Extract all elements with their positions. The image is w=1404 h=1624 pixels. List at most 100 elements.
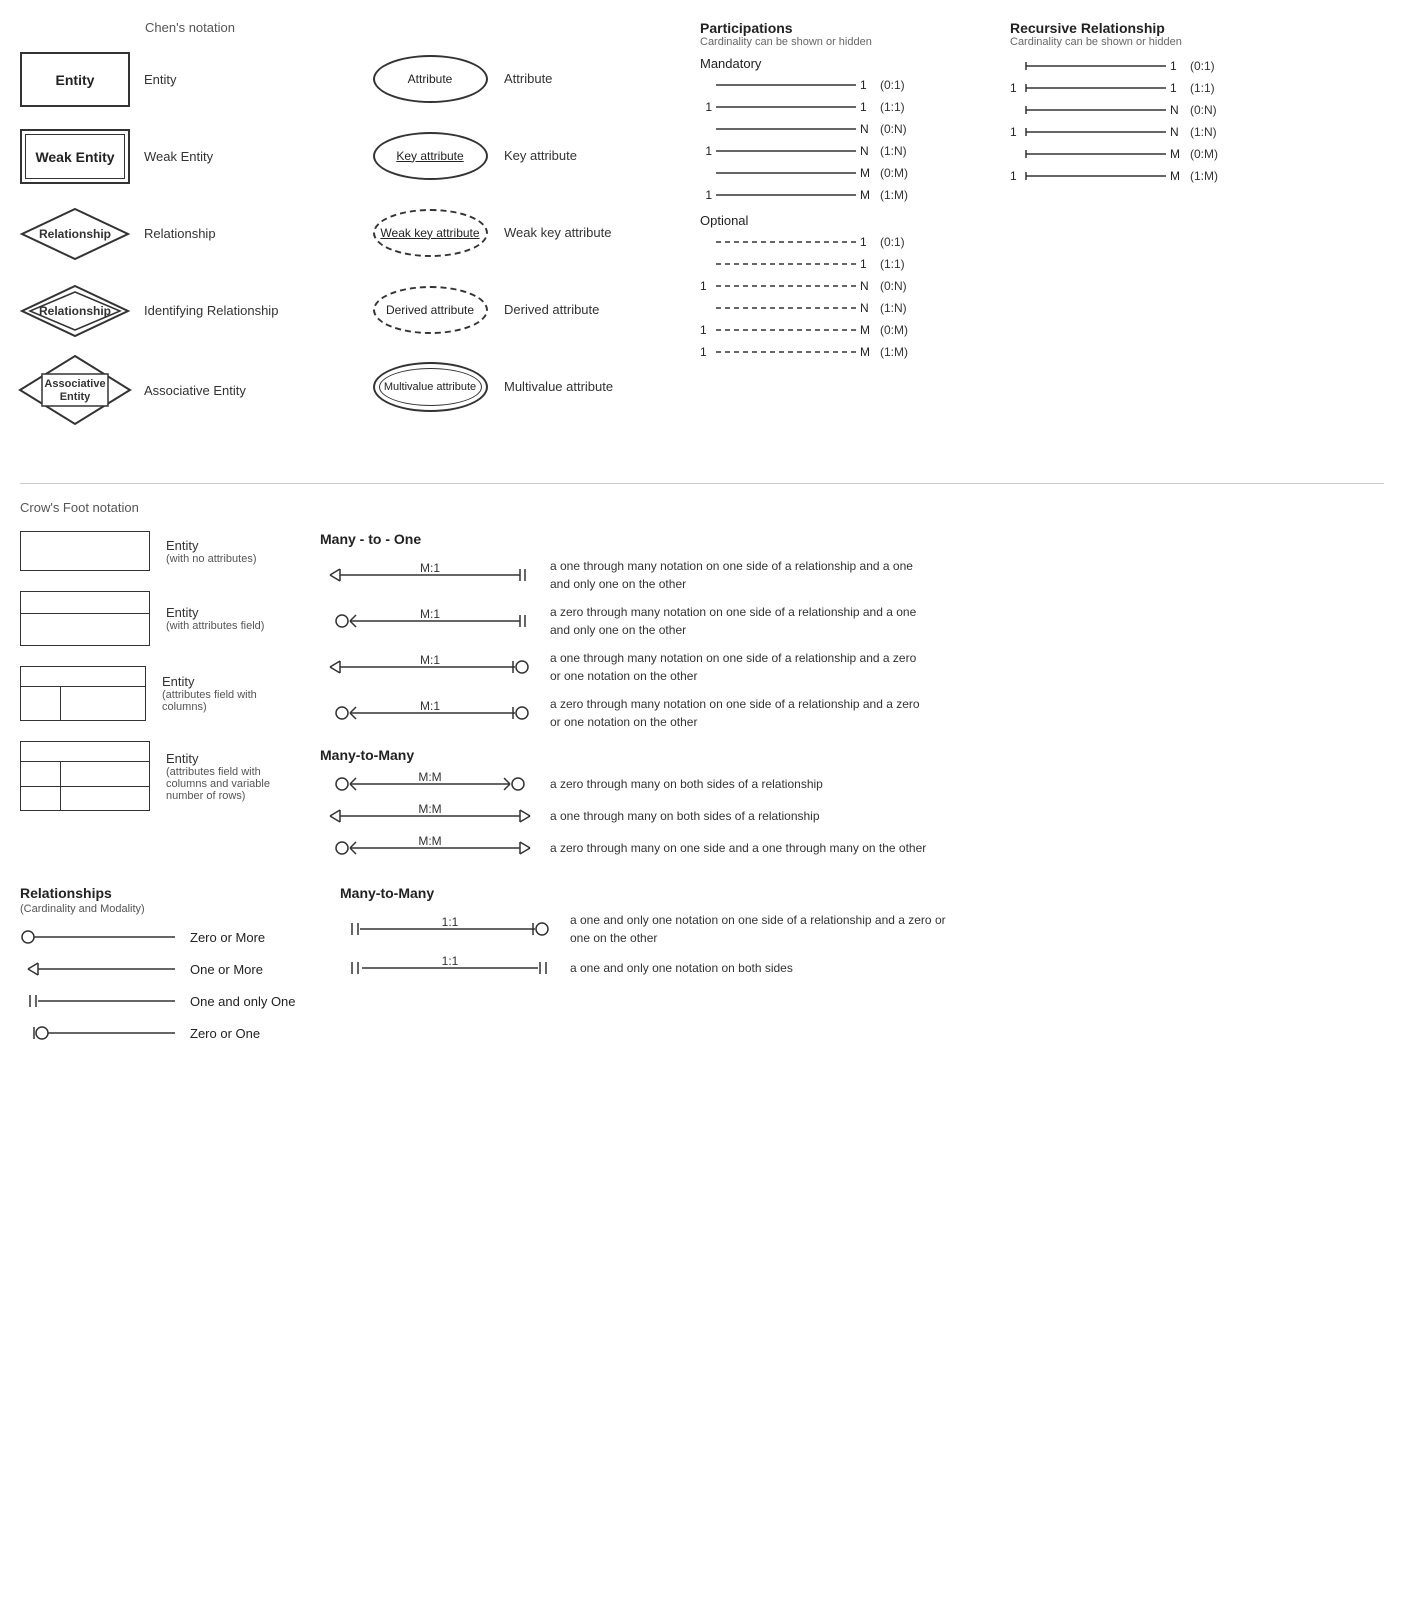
cf-m1-line3: M:1 — [320, 656, 540, 678]
cf-entity-cols-title: Entity — [162, 674, 300, 689]
rel-legend-sub: (Cardinality and Modality) — [20, 903, 300, 915]
multi-attr-text-label: Multivalue attribute — [504, 379, 613, 394]
svg-text:M:M: M:M — [418, 802, 441, 816]
diamond-wrap: Relationship — [20, 206, 130, 261]
rec-row-01: 1 1 (0:1) — [1010, 58, 1270, 74]
assoc-entity-wrap: Associative Entity — [20, 355, 130, 425]
cf-entity-simple-row: Entity (with no attributes) — [20, 531, 300, 571]
cf-entity-simple-sub: (with no attributes) — [166, 553, 256, 565]
svg-text:Relationship: Relationship — [39, 304, 111, 318]
relationship-text-label: Relationship — [144, 226, 216, 241]
rec-row-1n: 1 N (1:N) — [1010, 124, 1270, 140]
rec-line-01 — [1026, 58, 1166, 74]
opt-row-1m: 1 M (1:M) — [700, 344, 970, 360]
opt-line-1n — [716, 300, 856, 316]
cf-mm-row2: M:M a one through many on both sides of … — [320, 805, 1384, 827]
svg-text:Entity: Entity — [60, 391, 91, 403]
cf-m1-desc2: a zero through many notation on one side… — [550, 603, 930, 639]
rel-legend-zero-more: Zero or More — [20, 927, 300, 947]
rec-row-0n: 1 N (0:N) — [1010, 102, 1270, 118]
cf-entity-simple-label: Entity (with no attributes) — [166, 538, 256, 565]
rec-line-0n — [1026, 102, 1166, 118]
entity-box: Entity — [20, 52, 130, 107]
weak-entity-box: Weak Entity — [20, 129, 130, 184]
cf-mm-row1: M:M a zero through many on both sides of… — [320, 773, 1384, 795]
zero-more-sym — [20, 927, 180, 947]
cf-11-desc2: a one and only one notation on both side… — [570, 959, 793, 977]
attributes-block: Attribute Attribute Key attribute Key at… — [370, 20, 670, 437]
svg-text:M:M: M:M — [418, 834, 441, 848]
part-line-1m — [716, 187, 856, 203]
opt-line-11 — [716, 256, 856, 272]
part-line-0m — [716, 165, 856, 181]
opt-row-0n: 1 N (0:N) — [700, 278, 970, 294]
cf-entity-attr-row: Entity (with attributes field) — [20, 591, 300, 646]
attribute-ellipse-wrap: Attribute — [370, 54, 490, 104]
assoc-entity-svg: Associative Entity — [18, 354, 132, 426]
cf-entity-rows-box — [20, 741, 150, 811]
weak-key-attr-shape-row: Weak key attribute Weak key attribute — [370, 200, 670, 265]
crows-section: Crow's Foot notation Entity (with no att… — [20, 500, 1384, 1055]
svg-text:Associative: Associative — [44, 378, 105, 390]
weak-key-attr-ellipse: Weak key attribute — [373, 209, 488, 257]
participations-block: Participations Cardinality can be shown … — [700, 20, 970, 437]
many-to-one-header: Many - to - One — [320, 531, 1384, 547]
opt-line-0m — [716, 322, 856, 338]
cf-mm-desc2: a one through many on both sides of a re… — [550, 807, 820, 825]
part-line-11 — [716, 99, 856, 115]
entity-text-label: Entity — [144, 72, 177, 87]
svg-text:M:1: M:1 — [420, 607, 440, 621]
id-diamond-wrap: Relationship — [20, 283, 130, 338]
key-attr-shape-row: Key attribute Key attribute — [370, 123, 670, 188]
cf-entity-attr-label: Entity (with attributes field) — [166, 605, 264, 632]
one-only-sym — [20, 991, 180, 1011]
multi-attr-shape-row: Multivalue attribute Multivalue attribut… — [370, 354, 670, 419]
rec-line-0m — [1026, 146, 1166, 162]
cf-entity-cols-label: Entity (attributes field with columns) — [162, 674, 300, 713]
opt-line-0n — [716, 278, 856, 294]
one-to-one-header: Many-to-Many — [340, 885, 1384, 901]
cf-11-row2: 1:1 a one and only one notation on both … — [340, 957, 1384, 979]
part-line-01 — [716, 77, 856, 93]
attribute-text-label: Attribute — [504, 71, 552, 86]
cf-entity-attr-box — [20, 591, 150, 646]
zero-more-label: Zero or More — [190, 930, 265, 945]
derived-attr-shape-row: Derived attribute Derived attribute — [370, 277, 670, 342]
opt-line-1m — [716, 344, 856, 360]
rec-line-1m — [1026, 168, 1166, 184]
cf-m1-line4: M:1 — [320, 702, 540, 724]
chens-block: Chen's notation Entity Entity Weak Entit… — [20, 20, 360, 437]
key-attr-text-label: Key attribute — [504, 148, 577, 163]
cf-entity-cols-row: Entity (attributes field with columns) — [20, 666, 300, 721]
diamond-svg: Relationship — [20, 207, 130, 261]
crows-header: Crow's Foot notation — [20, 500, 1384, 515]
bottom-section: Relationships (Cardinality and Modality)… — [20, 885, 1384, 1055]
rec-line-11 — [1026, 80, 1166, 96]
svg-text:Relationship: Relationship — [39, 227, 111, 241]
derived-attr-ellipse: Derived attribute — [373, 286, 488, 334]
relationship-shape-row: Relationship Relationship — [20, 201, 360, 266]
one-more-sym — [20, 959, 180, 979]
cf-m1-line1: M:1 — [320, 564, 540, 586]
attribute-ellipse: Attribute — [373, 55, 488, 103]
svg-text:M:1: M:1 — [420, 699, 440, 713]
cf-entity-cols-sub: (attributes field with columns) — [162, 689, 300, 713]
derived-attr-ellipse-label: Derived attribute — [386, 303, 474, 317]
rel-legend: Relationships (Cardinality and Modality)… — [20, 885, 300, 1055]
cf-entity-simple-box — [20, 531, 150, 571]
part-row-0n: 1 N (0:N) — [700, 121, 970, 137]
multi-attr-ellipse-label: Multivalue attribute — [384, 381, 476, 393]
cf-mm-desc3: a zero through many on one side and a on… — [550, 839, 926, 857]
weak-entity-label: Weak Entity — [35, 149, 114, 165]
part-line-1n — [716, 143, 856, 159]
one-only-label: One and only One — [190, 994, 296, 1009]
rec-line-1n — [1026, 124, 1166, 140]
cf-entity-cols-box — [20, 666, 146, 721]
zero-one-label: Zero or One — [190, 1026, 260, 1041]
recursive-subheader: Cardinality can be shown or hidden — [1010, 36, 1270, 48]
part-header: Participations — [700, 20, 970, 36]
svg-text:1:1: 1:1 — [442, 915, 459, 929]
part-line-0n — [716, 121, 856, 137]
cf-mm-row3: M:M a zero through many on one side and … — [320, 837, 1384, 859]
weak-key-attr-ellipse-wrap: Weak key attribute — [370, 208, 490, 258]
